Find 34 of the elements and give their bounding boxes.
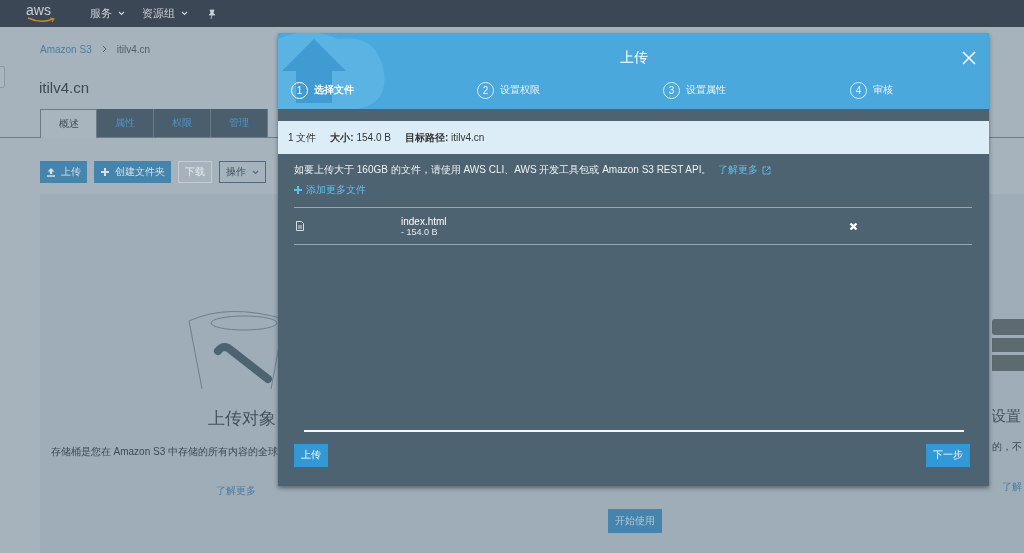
wizard-step[interactable]: 4 审核	[850, 82, 970, 99]
add-files-link[interactable]: 添加更多文件	[294, 183, 366, 197]
wizard-step[interactable]: 3 设置属性	[663, 82, 850, 99]
file-name: index.html	[401, 215, 448, 227]
dropdown-button[interactable]: 操作	[219, 161, 266, 183]
dialog-button[interactable]: 下一步	[926, 444, 970, 467]
tab[interactable]: 权限	[154, 109, 211, 137]
tab[interactable]: 概述	[40, 109, 97, 138]
card-title: 上传对象	[208, 408, 276, 430]
breadcrumb-current: itilv4.cn	[116, 43, 151, 55]
notice-text: 如要上传大于 160GB 的文件，请使用 AWS CLI、AWS 开发工具包或 Amazon S3 REST API。	[294, 163, 712, 177]
get-started-button[interactable]: 开始使用	[608, 509, 662, 533]
summary-text: 1 文件	[288, 130, 317, 145]
summary-text: 大小: 154.0 B	[330, 130, 391, 145]
breadcrumb-link[interactable]: Amazon S3	[40, 43, 92, 55]
file-size: - 154.0 B	[401, 226, 439, 237]
learn-more-link[interactable]: 了解更多	[216, 484, 256, 498]
wizard-step[interactable]: 1 选择文件	[291, 82, 477, 99]
learn-more-link[interactable]: 了解更多	[717, 163, 771, 177]
learn-more-link[interactable]: 了解	[1002, 480, 1022, 494]
tab[interactable]: 管理	[211, 109, 268, 137]
dialog-title: 上传	[618, 49, 649, 67]
page-title: itilv4.cn	[39, 79, 90, 97]
wizard-step[interactable]: 2 设置权限	[477, 82, 663, 99]
nav-menu[interactable]: 资源组	[142, 6, 188, 21]
toolbar-button[interactable]: 上传	[40, 161, 87, 183]
nav-menu[interactable]: 服务	[90, 6, 125, 21]
summary-text: 目标路径: itilv4.cn	[404, 130, 485, 145]
dialog-button[interactable]: 上传	[294, 444, 328, 467]
card-description: 存储桶是您在 Amazon S3 中存储的所有内容的全球	[50, 445, 278, 459]
toolbar-button[interactable]: 创建文件夹	[94, 161, 171, 183]
card-description: 的，不	[992, 440, 1022, 454]
tab[interactable]: 属性	[97, 109, 154, 137]
logo[interactable]: aws	[26, 4, 56, 23]
